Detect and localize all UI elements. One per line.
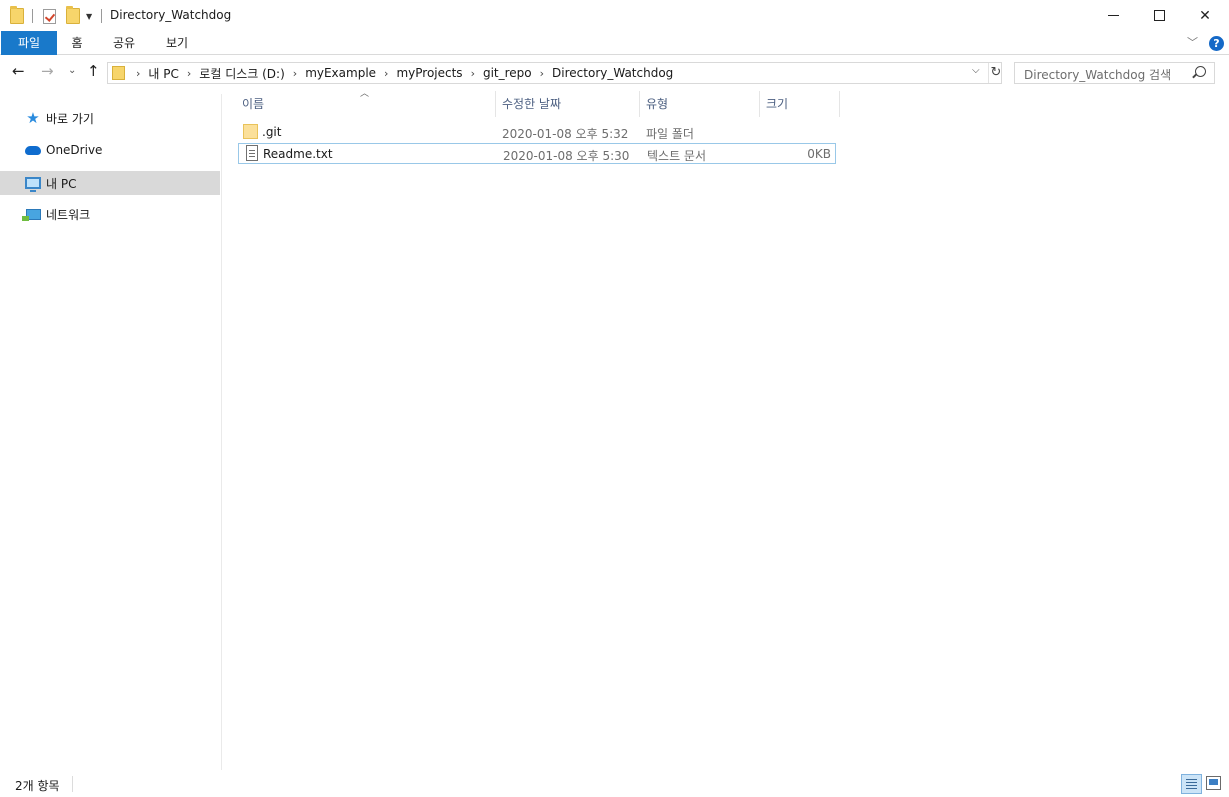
address-history-chevron-down-icon[interactable]: ⌵ — [972, 65, 980, 76]
close-button[interactable]: ✕ — [1182, 0, 1228, 31]
status-item-count: 2개 항목 — [15, 779, 60, 793]
status-separator — [72, 776, 73, 792]
quick-access-separator — [32, 9, 33, 23]
nav-item-label: 네트워크 — [46, 207, 91, 222]
text-document-icon — [246, 145, 258, 161]
nav-item-this-pc[interactable]: 내 PC — [0, 171, 220, 195]
forward-arrow-icon[interactable]: → — [41, 62, 54, 80]
customize-toolbar-chevron-down-icon[interactable]: ▼ — [86, 7, 92, 25]
title-bar: ▼ Directory_Watchdog ✕ — [0, 0, 1229, 31]
tab-view[interactable]: 보기 — [162, 31, 192, 55]
breadcrumb-item[interactable]: 내 PC — [148, 65, 178, 82]
refresh-icon[interactable]: ↻ — [988, 63, 1003, 83]
file-row[interactable]: Readme.txt 2020-01-08 오후 5:30 텍스트 문서 0KB — [238, 143, 836, 164]
file-size: 0KB — [807, 147, 831, 161]
tab-file[interactable]: 파일 — [1, 31, 57, 55]
breadcrumb-chevron-icon[interactable]: › — [540, 67, 544, 80]
breadcrumb: › 내 PC › 로컬 디스크 (D:) › myExample › myPro… — [128, 63, 673, 83]
star-icon: ★ — [26, 109, 40, 127]
maximize-icon — [1153, 10, 1165, 21]
search-box[interactable]: Directory_Watchdog 검색 — [1014, 62, 1215, 84]
address-bar[interactable]: › 내 PC › 로컬 디스크 (D:) › myExample › myPro… — [107, 62, 1002, 84]
ribbon-tabs: 파일 홈 공유 보기 ﹀ ? — [0, 31, 1229, 55]
nav-item-network[interactable]: 네트워크 — [0, 202, 220, 226]
nav-item-label: OneDrive — [46, 143, 103, 157]
nav-item-label: 바로 가기 — [46, 111, 94, 126]
minimize-button[interactable] — [1090, 0, 1136, 31]
help-icon[interactable]: ? — [1209, 36, 1224, 51]
breadcrumb-item[interactable]: git_repo — [483, 66, 532, 80]
tab-home[interactable]: 홈 — [66, 31, 88, 55]
breadcrumb-chevron-icon[interactable]: › — [471, 67, 475, 80]
nav-item-onedrive[interactable]: OneDrive — [0, 138, 220, 162]
up-arrow-icon[interactable]: ↑ — [87, 62, 100, 80]
search-icon[interactable] — [1195, 66, 1206, 77]
search-input[interactable]: Directory_Watchdog 검색 — [1024, 66, 1171, 83]
large-icons-view-icon[interactable] — [1206, 776, 1221, 790]
cloud-icon — [25, 142, 41, 158]
breadcrumb-chevron-icon[interactable]: › — [136, 67, 140, 80]
nav-item-label: 내 PC — [46, 176, 77, 191]
navigation-pane: ★ 바로 가기 OneDrive 내 PC 네트워크 — [0, 94, 222, 770]
maximize-button[interactable] — [1136, 0, 1182, 31]
nav-item-quick-access[interactable]: ★ 바로 가기 — [0, 106, 220, 130]
column-header-size[interactable]: 크기 — [760, 91, 840, 117]
network-icon — [21, 206, 41, 222]
file-name: Readme.txt — [263, 147, 333, 161]
file-type: 텍스트 문서 — [647, 149, 707, 163]
breadcrumb-item[interactable]: myProjects — [396, 66, 462, 80]
minimize-icon — [1107, 15, 1119, 16]
file-name: .git — [262, 125, 282, 139]
new-folder-icon[interactable] — [66, 6, 80, 25]
breadcrumb-item[interactable]: 로컬 디스크 (D:) — [199, 65, 284, 82]
file-date: 2020-01-08 오후 5:30 — [503, 149, 630, 163]
window-title: Directory_Watchdog — [110, 8, 232, 22]
expand-ribbon-chevron-down-icon[interactable]: ﹀ — [1187, 34, 1198, 50]
recent-locations-chevron-down-icon[interactable]: ⌄ — [68, 65, 76, 76]
properties-icon[interactable] — [43, 7, 56, 25]
breadcrumb-item[interactable]: Directory_Watchdog — [552, 66, 673, 80]
close-icon: ✕ — [1199, 7, 1211, 24]
column-header-date[interactable]: 수정한 날짜 — [496, 91, 640, 117]
column-header-name[interactable]: 이름 — [236, 91, 496, 117]
file-date: 2020-01-08 오후 5:32 — [502, 127, 629, 141]
breadcrumb-chevron-icon[interactable]: › — [187, 67, 191, 80]
breadcrumb-chevron-icon[interactable]: › — [293, 67, 297, 80]
address-folder-icon — [112, 66, 125, 80]
folder-icon — [243, 124, 258, 139]
breadcrumb-item[interactable]: myExample — [305, 66, 376, 80]
file-type: 파일 폴더 — [646, 127, 694, 141]
file-row[interactable]: .git 2020-01-08 오후 5:32 파일 폴더 — [238, 122, 836, 143]
quick-access-folder-icon — [10, 6, 24, 25]
back-arrow-icon[interactable]: ← — [12, 62, 25, 80]
breadcrumb-chevron-icon[interactable]: › — [384, 67, 388, 80]
column-header-type[interactable]: 유형 — [640, 91, 760, 117]
pc-icon — [25, 175, 41, 192]
tab-share[interactable]: 공유 — [109, 31, 139, 55]
details-view-icon[interactable] — [1181, 774, 1202, 794]
title-separator — [101, 9, 102, 23]
